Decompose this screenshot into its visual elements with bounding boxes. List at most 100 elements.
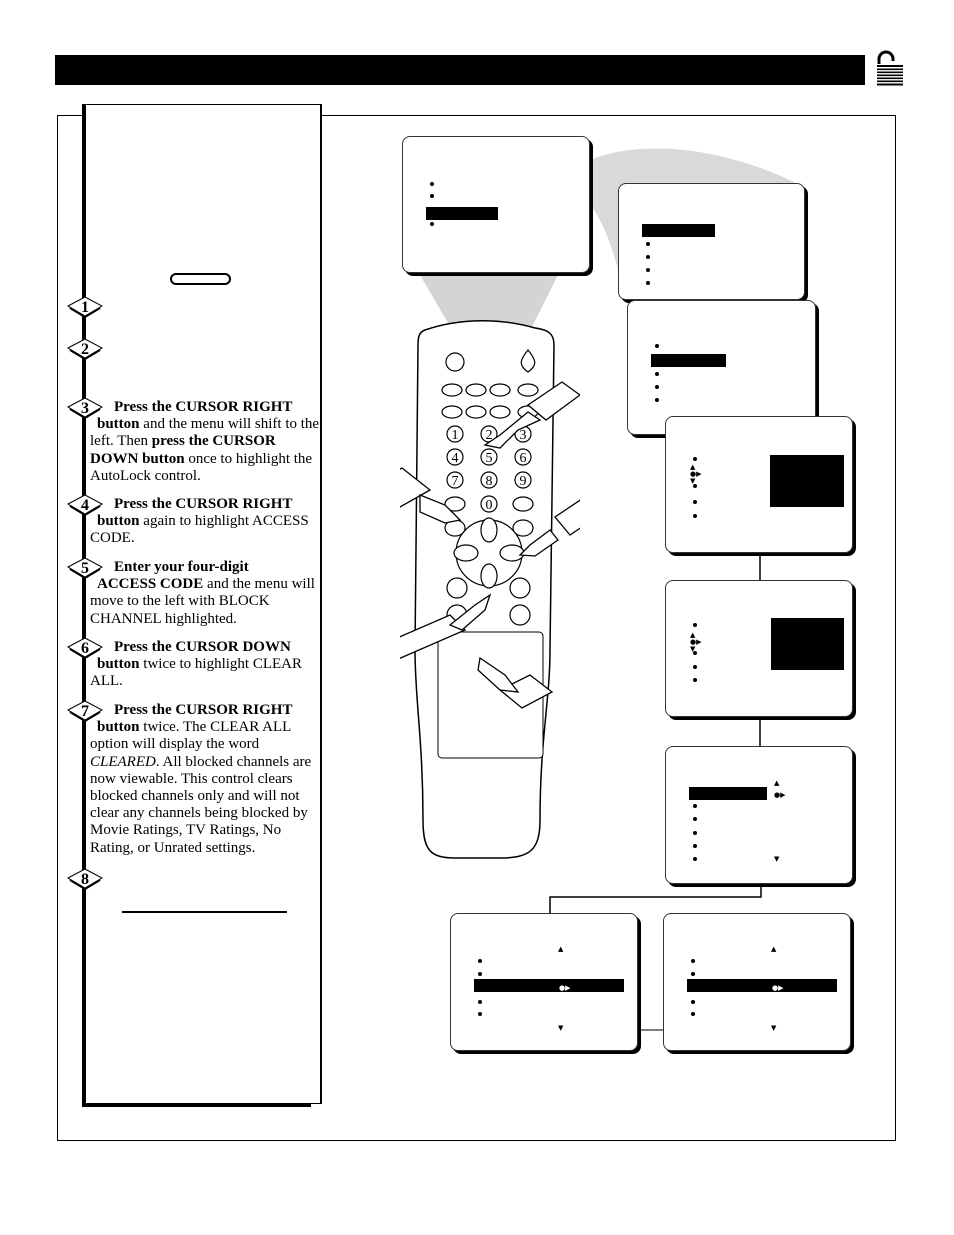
menu-bullet [693,844,697,848]
tv-menu-screen-2 [618,183,805,300]
menu-bullet [430,182,434,186]
function-button[interactable] [465,383,487,397]
function-button[interactable] [489,383,511,397]
menu-bullet [478,1012,482,1016]
menu-bullet [655,372,659,376]
function-button[interactable] [517,383,539,397]
step-6-bold: Press the CURSOR DOWN [114,639,291,655]
cursor-up-button[interactable] [480,517,498,543]
tv-menu-screen-8: ▲ ▼ ●▶ [663,913,851,1051]
step-number: 5 [81,560,89,577]
menu-highlight [651,354,726,367]
menu-bullet [655,398,659,402]
step-5-bold: Enter your four-digit [114,559,249,575]
number-key-label: 4 [452,451,459,466]
scroll-down-icon: ▼ [774,855,780,863]
function-button[interactable] [441,383,463,397]
tv-menu-screen-7: ▲ ▼ ●▶ [450,913,638,1051]
menu-bullet [646,281,650,285]
step-5-text: Enter your four-digit ACCESS CODE and th… [90,559,320,628]
cursor-indicator-icon: ●▶ [774,791,786,799]
function-button[interactable] [512,496,534,512]
menu-bullet [693,678,697,682]
menu-bullet [693,457,697,461]
menu-bullet [691,1012,695,1016]
scroll-up-icon: ▲ [771,945,777,953]
number-key-label: 8 [486,474,493,489]
step-number: 6 [81,640,89,657]
scroll-down-icon: ▼ [558,1024,564,1032]
step-3-bold: Press the CURSOR RIGHT [114,399,293,415]
divider [122,911,287,913]
tv-menu-screen-3 [627,300,816,435]
step-number: 4 [81,497,89,514]
cursor-indicator-icon: ▲ ●▶ ▼ [690,463,702,485]
step-7-text: Press the CURSOR RIGHT button twice. The… [90,702,320,857]
menu-bullet [693,804,697,808]
step-number: 8 [81,871,89,888]
menu-bullet [478,972,482,976]
number-key-label: 7 [452,474,459,489]
button-outline [170,273,231,285]
remote-control: 1 2 34 5 67 8 90 [400,320,580,859]
volume-up-button[interactable] [446,577,468,599]
cursor-down-button[interactable] [480,563,498,589]
menu-bullet [430,194,434,198]
step-number: 1 [81,299,89,316]
tv-menu-screen-1 [402,136,590,273]
status-button[interactable] [512,519,534,537]
step-4-text: Press the CURSOR RIGHT button again to h… [90,496,320,548]
cursor-indicator-icon: ●▶ [772,984,784,992]
menu-bullet [693,514,697,518]
menu-bullet [693,831,697,835]
scroll-up-icon: ▲ [558,945,564,953]
menu-bullet [693,623,697,627]
menu-highlight [474,979,624,992]
step-5-bold: ACCESS CODE [97,576,204,593]
step-7-bold: button [97,719,140,736]
step-7-bold: Press the CURSOR RIGHT [114,702,293,718]
channel-down-button[interactable] [509,604,531,626]
menu-bullet [478,1000,482,1004]
function-button[interactable] [441,405,463,419]
menu-highlight [426,207,498,220]
tv-menu-screen-5: ▲ ●▶ ▼ [665,580,853,717]
power-button[interactable] [445,352,465,372]
step-3-text: Press the CURSOR RIGHT button and the me… [90,399,320,485]
function-button[interactable] [465,405,487,419]
step-number: 7 [81,703,89,720]
step-number: 3 [81,400,89,417]
menu-bullet [646,242,650,246]
menu-highlight [689,787,767,800]
tv-menu-screen-4: ▲ ●▶ ▼ [665,416,853,553]
menu-bullet [646,255,650,259]
number-key-label: 3 [520,428,527,443]
step-4-bold: Press the CURSOR RIGHT [114,496,293,512]
step-6-text: Press the CURSOR DOWN button twice to hi… [90,639,320,691]
menu-bullet [691,1000,695,1004]
menu-bullet [691,959,695,963]
menu-info-box [770,455,844,507]
menu-bullet [655,344,659,348]
menu-bullet [430,222,434,226]
menu-highlight [687,979,837,992]
menu-bullet [693,817,697,821]
step-2-badge: 2 [66,338,104,361]
menu-bullet [691,972,695,976]
number-key-label: 0 [486,498,493,513]
channel-up-button[interactable] [509,577,531,599]
menu-info-box [771,618,844,670]
menu-highlight [642,224,715,237]
tv-menu-screen-6: ▲ ▼ ●▶ [665,746,853,884]
number-key-label: 9 [520,474,527,489]
menu-bullet [693,500,697,504]
cursor-right-button[interactable] [499,544,525,562]
number-key-label: 1 [452,428,459,443]
step-3-bold: button [97,416,140,433]
cursor-indicator-icon: ●▶ [559,984,571,992]
step-6-bold: button [97,656,140,673]
step-8-badge: 8 [66,868,104,891]
menu-bullet [655,385,659,389]
cursor-left-button[interactable] [453,544,479,562]
function-button[interactable] [489,405,511,419]
